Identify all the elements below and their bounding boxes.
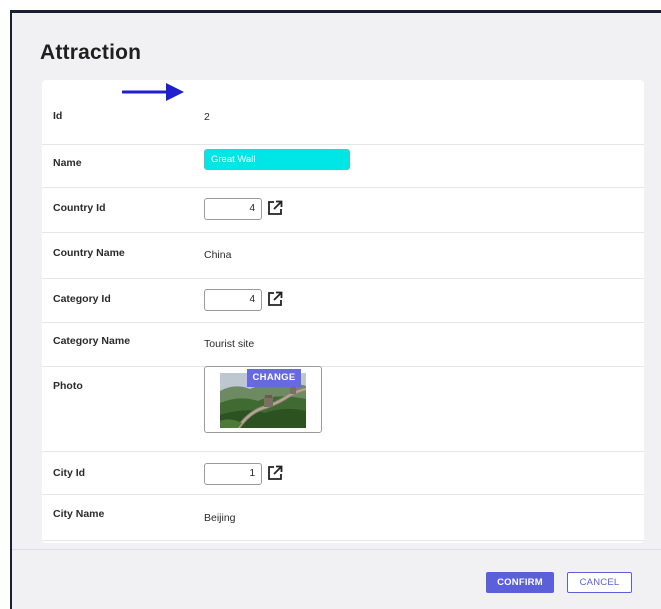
country-id-input[interactable]: 4 xyxy=(204,198,262,220)
country-edit-icon[interactable] xyxy=(267,200,283,216)
country-id-label: Country Id xyxy=(53,202,106,214)
category-name-label: Category Name xyxy=(53,335,131,347)
photo-label: Photo xyxy=(53,380,83,392)
cancel-button[interactable]: CANCEL xyxy=(567,572,632,593)
row-photo: Photo xyxy=(42,367,644,452)
page-title: Attraction xyxy=(40,41,142,64)
country-name-label: Country Name xyxy=(53,247,125,259)
city-id-input[interactable]: 1 xyxy=(204,463,262,485)
confirm-button[interactable]: CONFIRM xyxy=(486,572,554,593)
row-city-name: City Name Beijing xyxy=(42,495,644,541)
row-city-id: City Id 1 xyxy=(42,452,644,495)
row-category-id: Category Id 4 xyxy=(42,279,644,323)
row-category-name: Category Name Tourist site xyxy=(42,323,644,367)
city-id-label: City Id xyxy=(53,467,86,479)
category-edit-icon[interactable] xyxy=(267,291,283,307)
category-id-input[interactable]: 4 xyxy=(204,289,262,311)
country-name-value: China xyxy=(204,249,232,261)
arrow-right-icon xyxy=(122,83,184,101)
id-value: 2 xyxy=(204,111,210,123)
row-country-id: Country Id 4 xyxy=(42,188,644,233)
city-name-label: City Name xyxy=(53,508,105,520)
row-country-name: Country Name China xyxy=(42,233,644,279)
app-window: Attraction Id 2 Name Great Wall Country … xyxy=(10,10,661,609)
change-photo-button[interactable]: CHANGE xyxy=(247,369,301,387)
name-label: Name xyxy=(53,157,82,169)
name-input[interactable]: Great Wall xyxy=(204,149,350,170)
city-edit-icon[interactable] xyxy=(267,465,283,481)
city-name-value: Beijing xyxy=(204,512,236,524)
category-id-label: Category Id xyxy=(53,293,111,305)
form-footer: CONFIRM CANCEL xyxy=(12,549,661,609)
photo-field[interactable]: CHANGE xyxy=(204,366,322,433)
id-label: Id xyxy=(53,110,63,122)
attraction-form: Id 2 Name Great Wall Country Id 4 Countr… xyxy=(42,80,644,543)
category-name-value: Tourist site xyxy=(204,338,255,350)
row-name: Name Great Wall xyxy=(42,145,644,188)
